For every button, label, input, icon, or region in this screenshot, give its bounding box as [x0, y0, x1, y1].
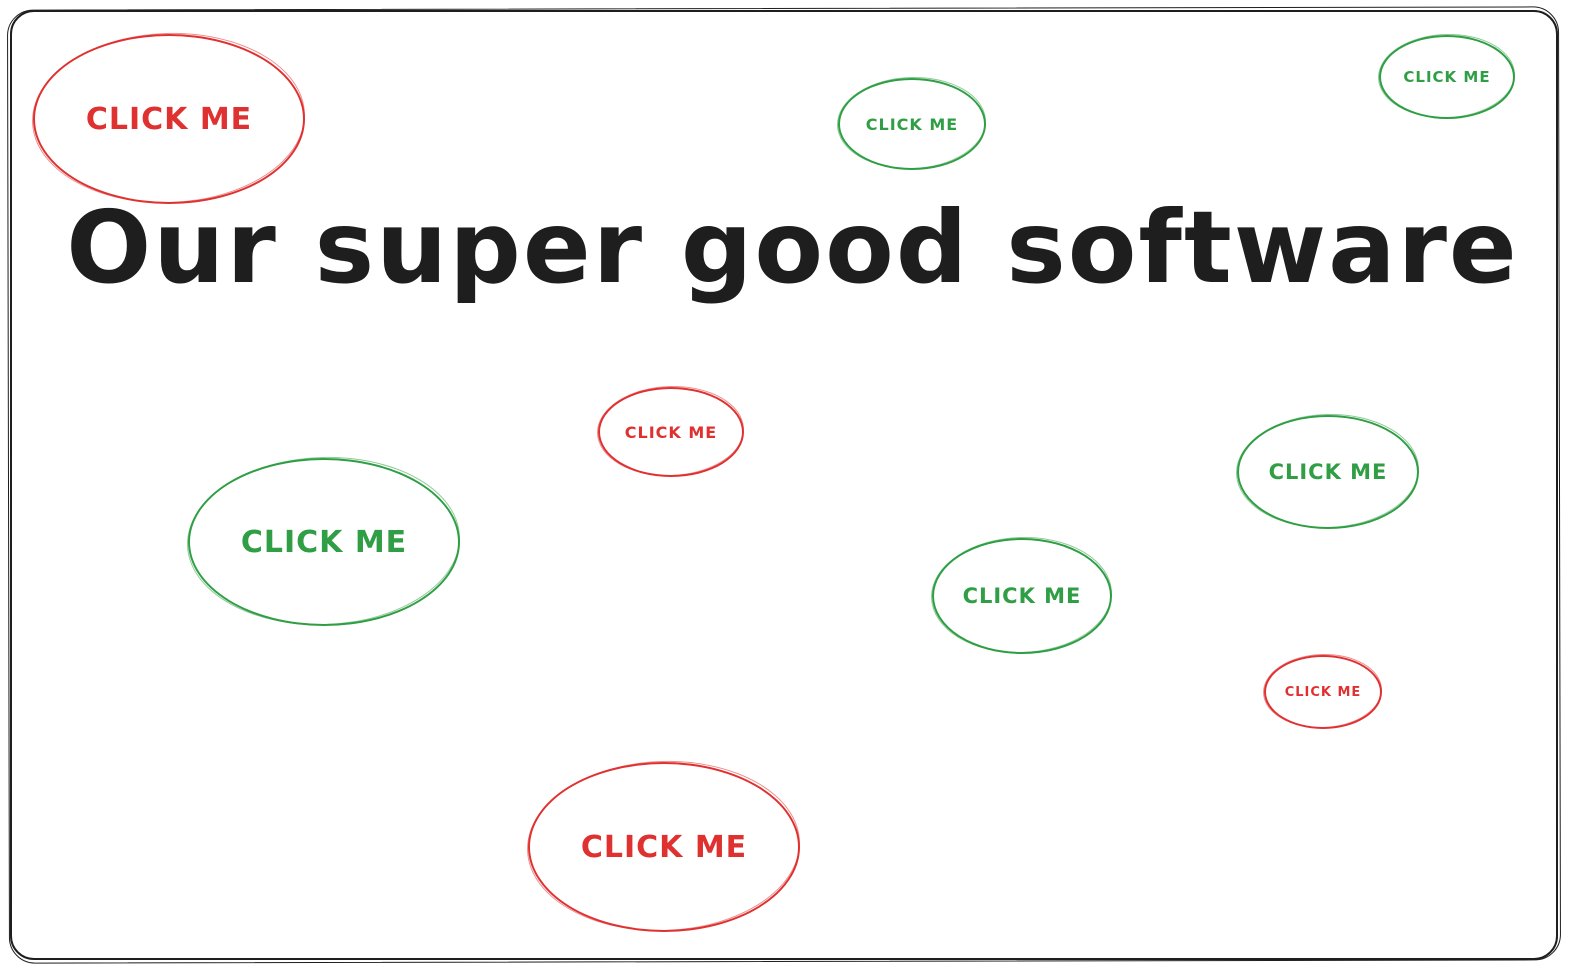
click-me-button[interactable]: CLICK ME: [1264, 655, 1382, 729]
click-me-button[interactable]: CLICK ME: [932, 538, 1112, 654]
click-me-button[interactable]: CLICK ME: [33, 34, 305, 204]
click-me-button[interactable]: CLICK ME: [1379, 35, 1515, 119]
click-me-button[interactable]: CLICK ME: [1237, 415, 1419, 529]
click-me-button[interactable]: CLICK ME: [188, 458, 460, 626]
page-title: Our super good software: [66, 189, 1519, 306]
click-me-button[interactable]: CLICK ME: [838, 78, 986, 170]
click-me-button[interactable]: CLICK ME: [598, 387, 744, 477]
click-me-button[interactable]: CLICK ME: [528, 762, 800, 932]
